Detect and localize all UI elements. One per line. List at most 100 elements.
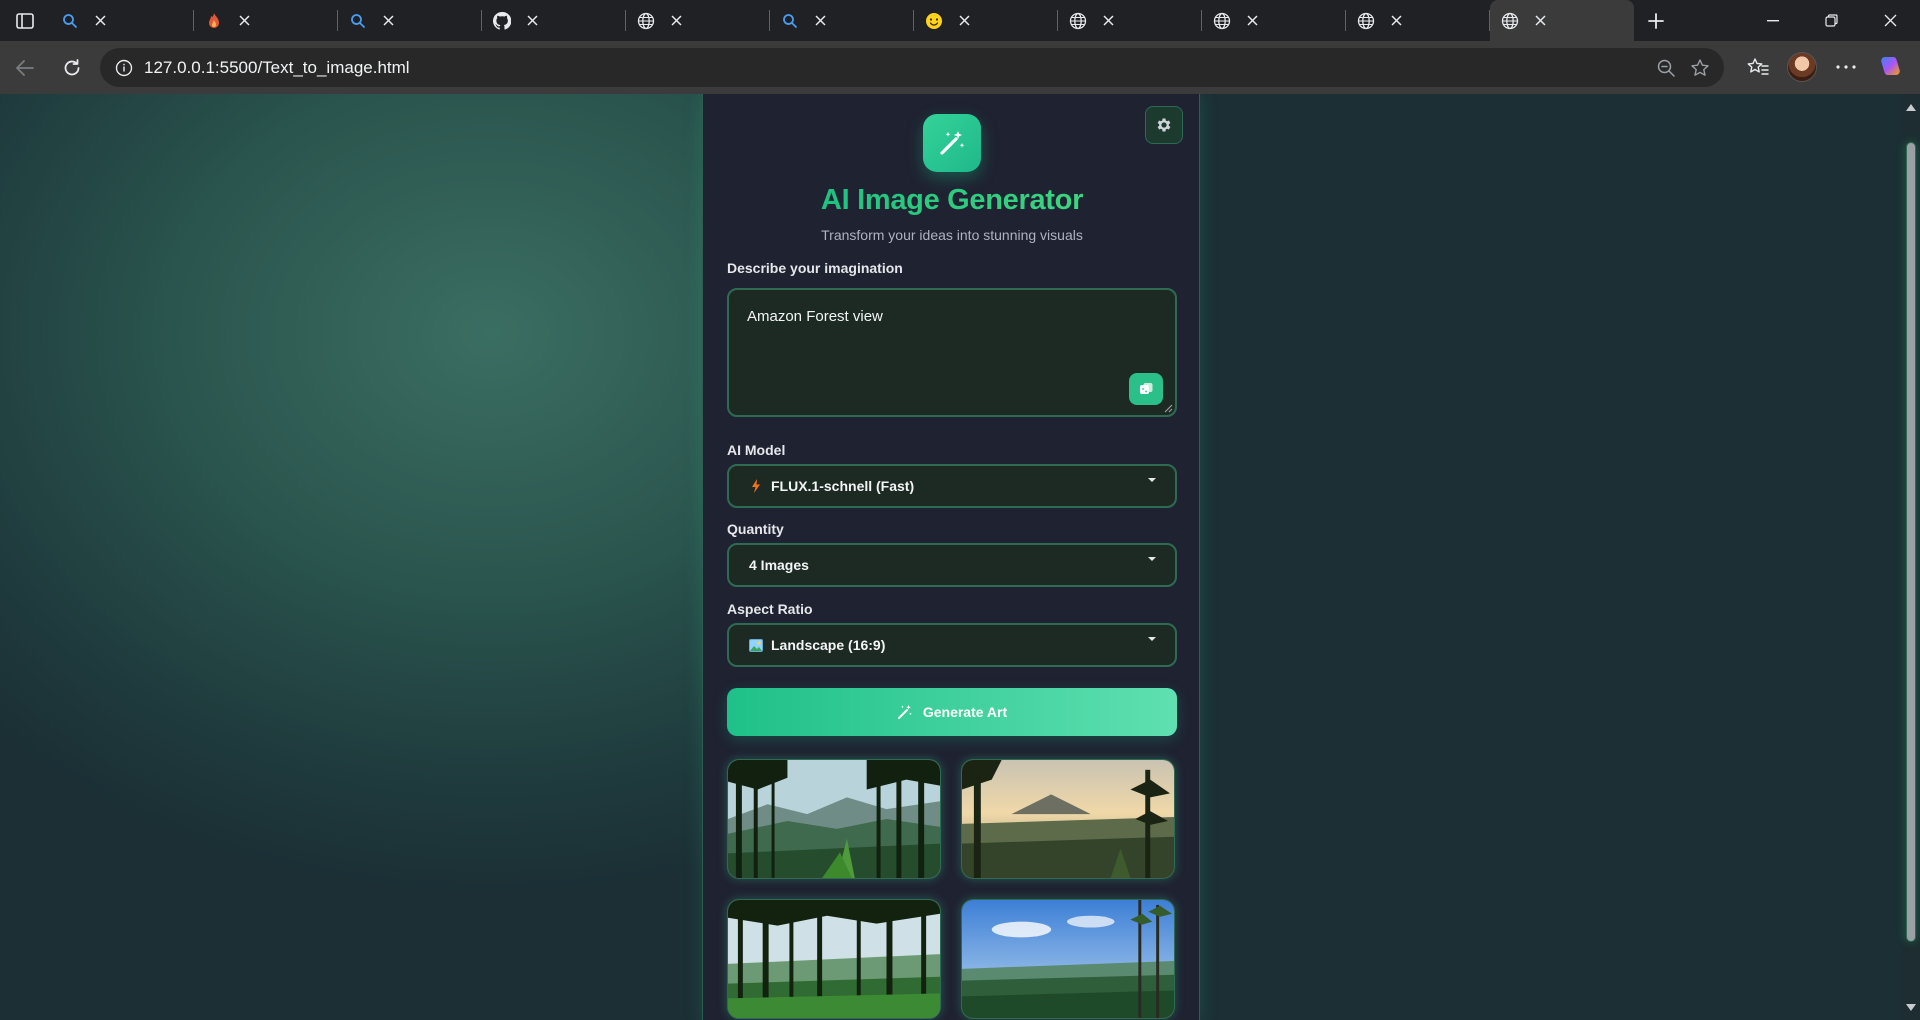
profile-button[interactable] xyxy=(1784,45,1820,89)
browser-tab[interactable]: hugging face xyxy=(770,0,1108,122)
landscape-picture-icon xyxy=(749,638,763,652)
aspect-ratio-select[interactable]: Landscape (16:9) xyxy=(727,623,1177,667)
close-icon xyxy=(1884,14,1897,27)
more-menu-button[interactable] xyxy=(1828,45,1864,89)
close-tab-icon[interactable] xyxy=(1388,13,1404,29)
magic-wand-icon xyxy=(940,131,965,155)
search-icon xyxy=(60,11,80,31)
close-tab-icon[interactable] xyxy=(380,13,396,29)
minimize-button[interactable] xyxy=(1743,0,1802,41)
generated-image-tall-pines xyxy=(728,900,940,1018)
gallery-image-2[interactable] xyxy=(961,759,1175,879)
browser-tab[interactable]: listing directory xyxy=(1346,0,1702,122)
browser-tab[interactable]: AI Image Generator xyxy=(1490,0,1870,122)
close-tab-icon[interactable] xyxy=(236,13,252,29)
close-tab-icon[interactable] xyxy=(1100,13,1116,29)
chevron-down-icon xyxy=(1148,637,1156,641)
address-bar[interactable]: 127.0.0.1:5500/Text_to_image.html xyxy=(100,48,1724,87)
app-flame-icon xyxy=(204,11,224,31)
aspect-ratio-label: Aspect Ratio xyxy=(727,601,813,617)
chevron-down-icon xyxy=(1148,478,1156,482)
restore-button[interactable] xyxy=(1802,0,1861,41)
quantity-label: Quantity xyxy=(727,521,784,537)
arrow-left-icon xyxy=(16,59,34,76)
close-tab-icon[interactable] xyxy=(92,13,108,29)
browser-tab[interactable]: google firebase xyxy=(50,0,404,122)
reload-button[interactable] xyxy=(50,46,94,90)
site-info-icon[interactable] xyxy=(104,59,144,77)
generate-art-label: Generate Art xyxy=(922,704,1008,720)
scroll-down-icon[interactable] xyxy=(1905,1002,1916,1012)
browser-tab[interactable]: New File at xyxy=(482,0,805,122)
browser-tab-strip: google firebaseImageForgegithub - Search… xyxy=(0,0,1920,122)
favorites-button[interactable] xyxy=(1740,45,1776,89)
gallery-image-4[interactable] xyxy=(961,899,1175,1019)
prompt-text: Amazon Forest view xyxy=(747,308,883,325)
globe-icon xyxy=(1500,11,1520,31)
magic-wand-icon xyxy=(897,705,912,719)
resize-grip-icon[interactable] xyxy=(1164,404,1173,413)
favorites-icon xyxy=(1747,58,1769,75)
aspect-ratio-selected-value: Landscape (16:9) xyxy=(771,637,886,653)
address-actions xyxy=(1656,58,1710,78)
close-tab-icon[interactable] xyxy=(1532,13,1548,29)
zoom-out-icon[interactable] xyxy=(1656,58,1676,78)
settings-button[interactable] xyxy=(1145,106,1183,144)
dice-icon xyxy=(1140,383,1153,394)
github-icon xyxy=(492,11,512,31)
lightning-icon xyxy=(749,479,763,493)
browser-tab[interactable]: ImageForge xyxy=(194,0,524,122)
sidebar-toggle-button[interactable] xyxy=(0,0,50,41)
search-icon xyxy=(348,11,368,31)
globe-icon xyxy=(1068,11,1088,31)
quantity-select[interactable]: 4 Images xyxy=(727,543,1177,587)
toolbar-right xyxy=(1740,45,1908,89)
url-text[interactable]: 127.0.0.1:5500/Text_to_image.html xyxy=(144,58,1656,78)
generated-image-forest-sunset xyxy=(962,760,1174,878)
close-tab-icon[interactable] xyxy=(956,13,972,29)
close-window-button[interactable] xyxy=(1861,0,1920,41)
plus-icon xyxy=(1648,12,1664,29)
back-button[interactable] xyxy=(3,46,47,90)
page-viewport: AI Image Generator Transform your ideas … xyxy=(0,94,1920,1020)
model-select[interactable]: FLUX.1-schnell (Fast) xyxy=(727,464,1177,508)
gallery-image-1[interactable] xyxy=(727,759,941,879)
new-tab-button[interactable] xyxy=(1634,0,1678,41)
close-tab-icon[interactable] xyxy=(1244,13,1260,29)
generated-image-forest-valley xyxy=(728,760,940,878)
scroll-up-icon[interactable] xyxy=(1905,102,1916,112)
generator-card: AI Image Generator Transform your ideas … xyxy=(702,94,1200,1020)
copilot-button[interactable] xyxy=(1872,45,1908,89)
globe-icon xyxy=(1356,11,1376,31)
scrollbar-thumb[interactable] xyxy=(1906,142,1916,942)
close-tab-icon[interactable] xyxy=(668,13,684,29)
browser-tab[interactable]: github - Search xyxy=(338,0,691,122)
prompt-textarea[interactable]: Amazon Forest view xyxy=(727,288,1177,417)
gear-icon xyxy=(1157,118,1171,132)
generate-art-button[interactable]: Generate Art xyxy=(727,688,1177,736)
browser-tab[interactable]: AI Image Generator xyxy=(1058,0,1438,122)
browser-tab[interactable]: Hugging Face xyxy=(914,0,1257,122)
avatar xyxy=(1787,52,1817,82)
chevron-down-icon xyxy=(1148,557,1156,561)
page-scrollbar[interactable] xyxy=(1901,94,1920,1020)
more-dots-icon xyxy=(1836,65,1856,69)
browser-tab[interactable]: AI Image Generator xyxy=(626,0,1006,122)
window-controls xyxy=(1743,0,1920,41)
sidebar-icon xyxy=(16,12,34,29)
globe-icon xyxy=(636,11,656,31)
generated-image-forest-sky xyxy=(962,900,1174,1018)
quantity-selected-value: 4 Images xyxy=(749,557,809,573)
browser-tab[interactable]: AI Image Generator xyxy=(1202,0,1582,122)
gallery-image-3[interactable] xyxy=(727,899,941,1019)
page-title: AI Image Generator xyxy=(703,184,1201,217)
page-subtitle: Transform your ideas into stunning visua… xyxy=(821,227,1083,243)
prompt-label: Describe your imagination xyxy=(727,260,903,276)
close-tab-icon[interactable] xyxy=(812,13,828,29)
browser-toolbar: 127.0.0.1:5500/Text_to_image.html xyxy=(0,41,1920,94)
random-prompt-button[interactable] xyxy=(1129,373,1163,405)
app-logo xyxy=(923,114,981,172)
close-tab-icon[interactable] xyxy=(524,13,540,29)
model-label: AI Model xyxy=(727,442,786,458)
star-icon[interactable] xyxy=(1690,58,1710,78)
